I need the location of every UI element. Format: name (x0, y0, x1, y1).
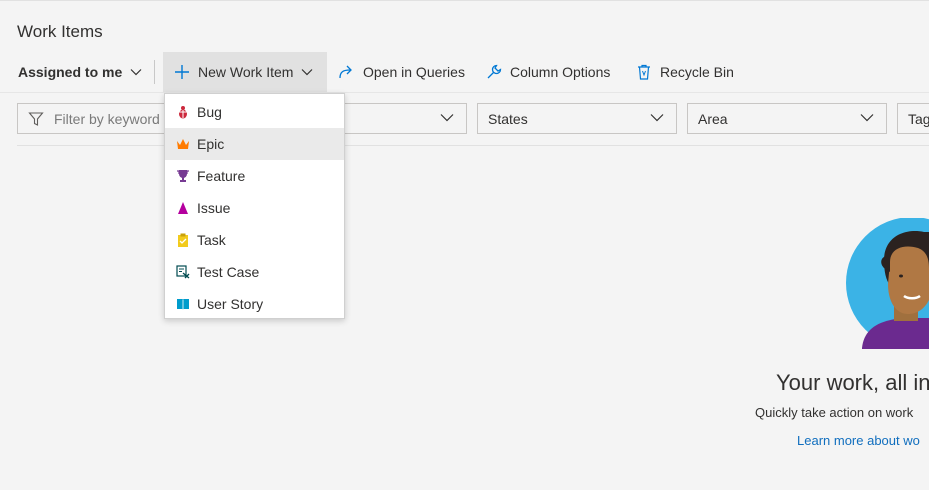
wrench-icon (487, 64, 502, 79)
menu-item-label: Bug (197, 104, 222, 120)
clipboard-icon (178, 233, 188, 247)
states-filter-dropdown[interactable]: States (477, 103, 677, 134)
chevron-down-icon (650, 114, 664, 122)
menu-item-user-story[interactable]: User Story (165, 288, 344, 320)
toolbar-separator (154, 60, 155, 84)
assigned-to-me-label: Assigned to me (18, 64, 123, 80)
tags-filter-dropdown[interactable]: Tags (897, 103, 929, 134)
chevron-down-icon (860, 114, 874, 122)
plus-icon (175, 65, 189, 79)
new-work-item-menu: Bug Epic Feature Issue Task Test Case Us… (164, 93, 345, 319)
empty-state-title: Your work, all in (776, 370, 929, 395)
menu-item-bug[interactable]: Bug (165, 96, 344, 128)
trophy-icon (177, 170, 189, 182)
crown-icon (177, 139, 189, 149)
keyword-filter-placeholder: Filter by keyword (54, 110, 160, 127)
top-divider (0, 0, 929, 3)
states-filter-label: States (488, 110, 528, 127)
menu-item-task[interactable]: Task (165, 224, 344, 256)
menu-item-epic[interactable]: Epic (165, 128, 344, 160)
tags-filter-label: Tags (908, 110, 929, 127)
filter-bar-top-divider (0, 92, 929, 93)
chevron-down-icon (302, 69, 313, 76)
open-in-queries-button[interactable]: Open in Queries (338, 52, 465, 92)
empty-state-subtitle: Quickly take action on work (755, 405, 914, 420)
types-filter-dropdown[interactable] (330, 103, 467, 134)
new-work-item-button[interactable]: New Work Item (163, 52, 327, 92)
menu-item-label: Issue (197, 200, 231, 216)
assigned-to-me-pivot[interactable]: Assigned to me (18, 52, 142, 92)
toolbar: Assigned to me New Work Item Open in Que… (0, 52, 929, 92)
warning-icon (178, 202, 188, 214)
column-options-button[interactable]: Column Options (486, 52, 610, 92)
recycle-bin-button[interactable]: Recycle Bin (636, 52, 734, 92)
menu-item-feature[interactable]: Feature (165, 160, 344, 192)
menu-item-test-case[interactable]: Test Case (165, 256, 344, 288)
menu-item-label: Task (197, 232, 226, 248)
new-work-item-label: New Work Item (198, 64, 294, 80)
recycle-bin-icon (638, 64, 650, 80)
chevron-down-icon (130, 69, 142, 76)
column-options-label: Column Options (510, 64, 611, 80)
filter-bar-bottom-divider (17, 145, 929, 146)
filter-icon (28, 111, 44, 126)
chevron-down-icon (440, 114, 454, 122)
recycle-bin-label: Recycle Bin (660, 64, 734, 80)
menu-item-label: Epic (197, 136, 225, 152)
learn-more-link[interactable]: Learn more about wo (797, 433, 920, 448)
bug-icon (178, 106, 188, 119)
area-filter-label: Area (698, 110, 728, 127)
menu-item-label: Test Case (197, 264, 260, 280)
menu-item-issue[interactable]: Issue (165, 192, 344, 224)
menu-item-label: Feature (197, 168, 246, 184)
menu-item-label: User Story (197, 296, 264, 312)
open-in-queries-label: Open in Queries (363, 64, 465, 80)
book-icon (177, 299, 189, 310)
share-arrow-icon (339, 65, 352, 79)
area-filter-dropdown[interactable]: Area (687, 103, 887, 134)
test-case-icon (176, 265, 190, 279)
page-title: Work Items (17, 22, 103, 41)
person-illustration (846, 218, 929, 349)
